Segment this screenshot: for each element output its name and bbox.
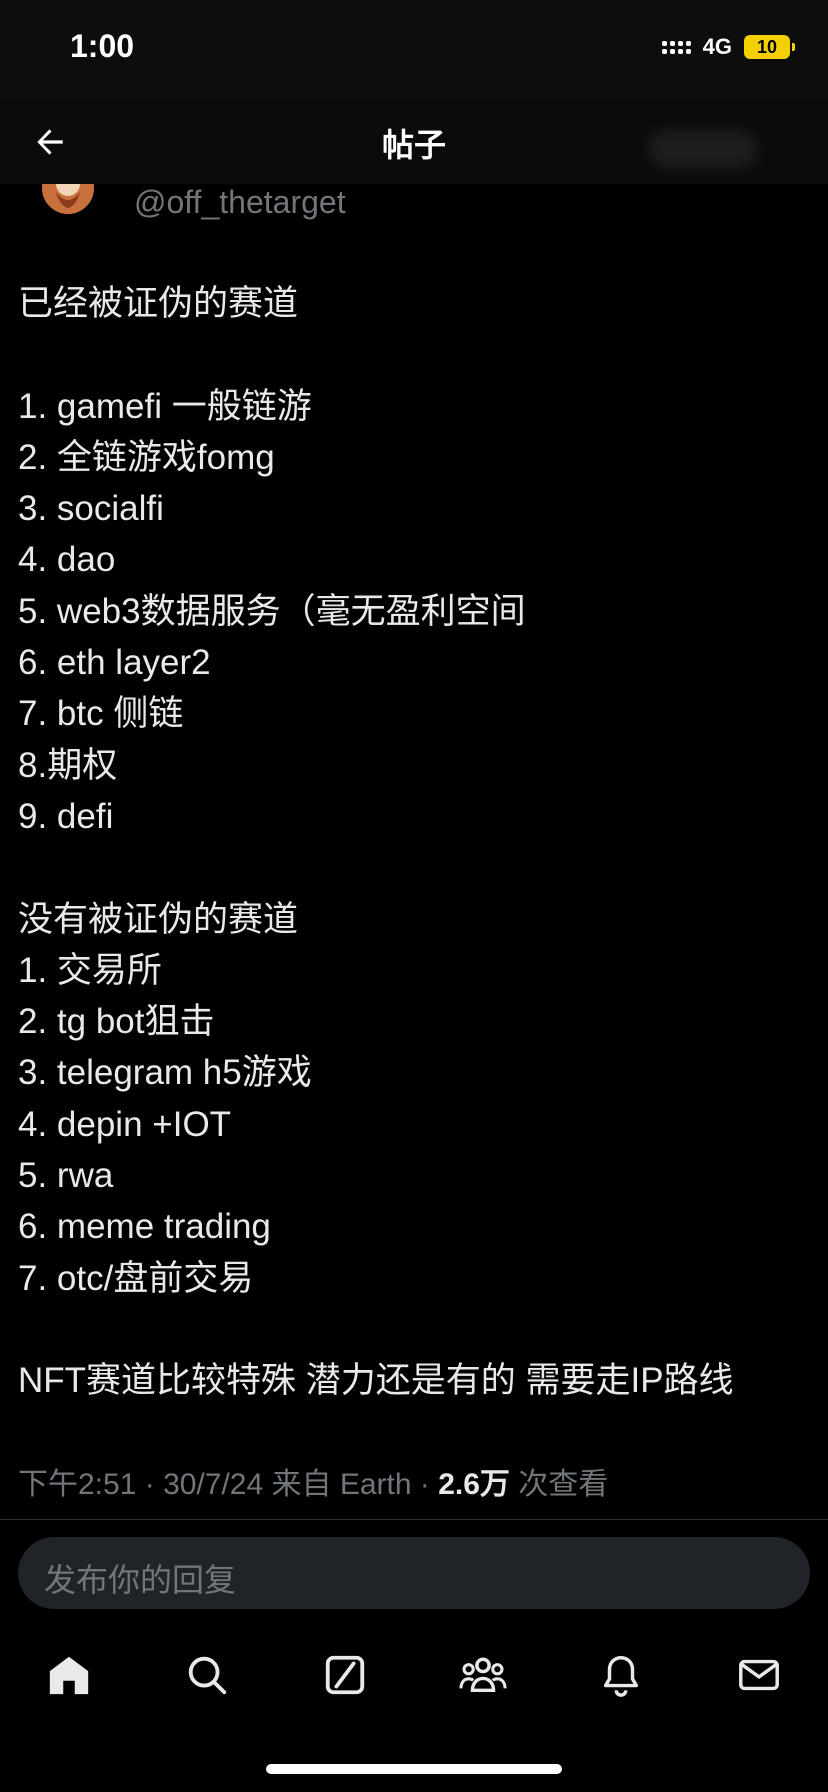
post-line: 5. web3数据服务（毫无盈利空间 xyxy=(18,591,526,631)
battery-icon: 10 xyxy=(744,35,795,59)
tab-bar xyxy=(0,1640,828,1710)
post-line: 4. dao xyxy=(18,540,116,580)
battery-level: 10 xyxy=(756,36,778,57)
tab-home[interactable] xyxy=(42,1648,96,1702)
post-source: 来自 Earth xyxy=(271,1468,412,1501)
author-handle[interactable]: @off_thetarget xyxy=(134,184,346,221)
reply-input[interactable]: 发布你的回复 xyxy=(18,1537,810,1609)
bell-icon xyxy=(603,1656,639,1697)
post-body: 已经被证伪的赛道 1. gamefi 一般链游 2. 全链游戏fomg 3. s… xyxy=(18,278,818,1407)
communities-icon xyxy=(459,1657,507,1693)
avatar-image xyxy=(42,184,94,214)
network-type: 4G xyxy=(702,34,732,59)
post-line: 6. meme trading xyxy=(18,1207,271,1247)
post-line: 1. 交易所 xyxy=(18,950,162,990)
tab-communities[interactable] xyxy=(456,1648,510,1702)
post-meta: 下午2:51 · 30/7/24 来自 Earth · 2.6万 次查看 xyxy=(18,1468,609,1501)
home-icon xyxy=(49,1656,89,1695)
post-line: 1. gamefi 一般链游 xyxy=(18,386,312,426)
tab-messages[interactable] xyxy=(732,1648,786,1702)
post-line: NFT赛道比较特殊 潜力还是有的 需要走IP路线 xyxy=(18,1361,734,1401)
post-line xyxy=(18,329,818,380)
post-line: 已经被证伪的赛道 xyxy=(18,284,299,323)
post-date: 30/7/24 xyxy=(163,1468,264,1501)
home-indicator[interactable] xyxy=(266,1764,562,1774)
tab-notifications[interactable] xyxy=(594,1648,648,1702)
divider xyxy=(0,1519,828,1520)
status-time: 1:00 xyxy=(70,28,135,64)
view-label: 次查看 xyxy=(518,1468,609,1501)
post-line: 5. rwa xyxy=(18,1156,114,1196)
post-line: 3. socialfi xyxy=(18,489,164,529)
search-icon xyxy=(188,1656,227,1695)
post-line: 9. defi xyxy=(18,796,114,836)
post-line: 7. btc 侧链 xyxy=(18,694,184,734)
view-count[interactable]: 2.6万 xyxy=(438,1468,510,1501)
status-bar: 1:00 4G 10 xyxy=(0,0,828,100)
avatar[interactable] xyxy=(42,184,94,214)
status-indicators: 4G 10 xyxy=(661,34,795,60)
post-line xyxy=(18,842,818,893)
author-row[interactable]: @off_thetarget xyxy=(0,184,828,230)
post-line: 2. tg bot狙击 xyxy=(18,1002,215,1042)
post-line: 7. otc/盘前交易 xyxy=(18,1258,254,1298)
post-line: 3. telegram h5游戏 xyxy=(18,1053,312,1093)
post-line: 2. 全链游戏fomg xyxy=(18,437,275,477)
signal-icon xyxy=(661,40,691,54)
post-line: 没有被证伪的赛道 xyxy=(18,899,299,939)
reply-placeholder: 发布你的回复 xyxy=(44,1562,237,1598)
header-blurred-action xyxy=(648,130,758,168)
post-line: 8.期权 xyxy=(18,745,118,785)
tab-grok[interactable] xyxy=(318,1648,372,1702)
post-line xyxy=(18,1304,818,1355)
header: 帖子 xyxy=(0,100,828,184)
post-line: 6. eth layer2 xyxy=(18,643,211,683)
mail-icon xyxy=(739,1659,779,1691)
post-time: 下午2:51 xyxy=(18,1468,137,1501)
tab-search[interactable] xyxy=(180,1648,234,1702)
post-line: 4. depin +IOT xyxy=(18,1104,232,1144)
grok-icon xyxy=(325,1655,365,1695)
